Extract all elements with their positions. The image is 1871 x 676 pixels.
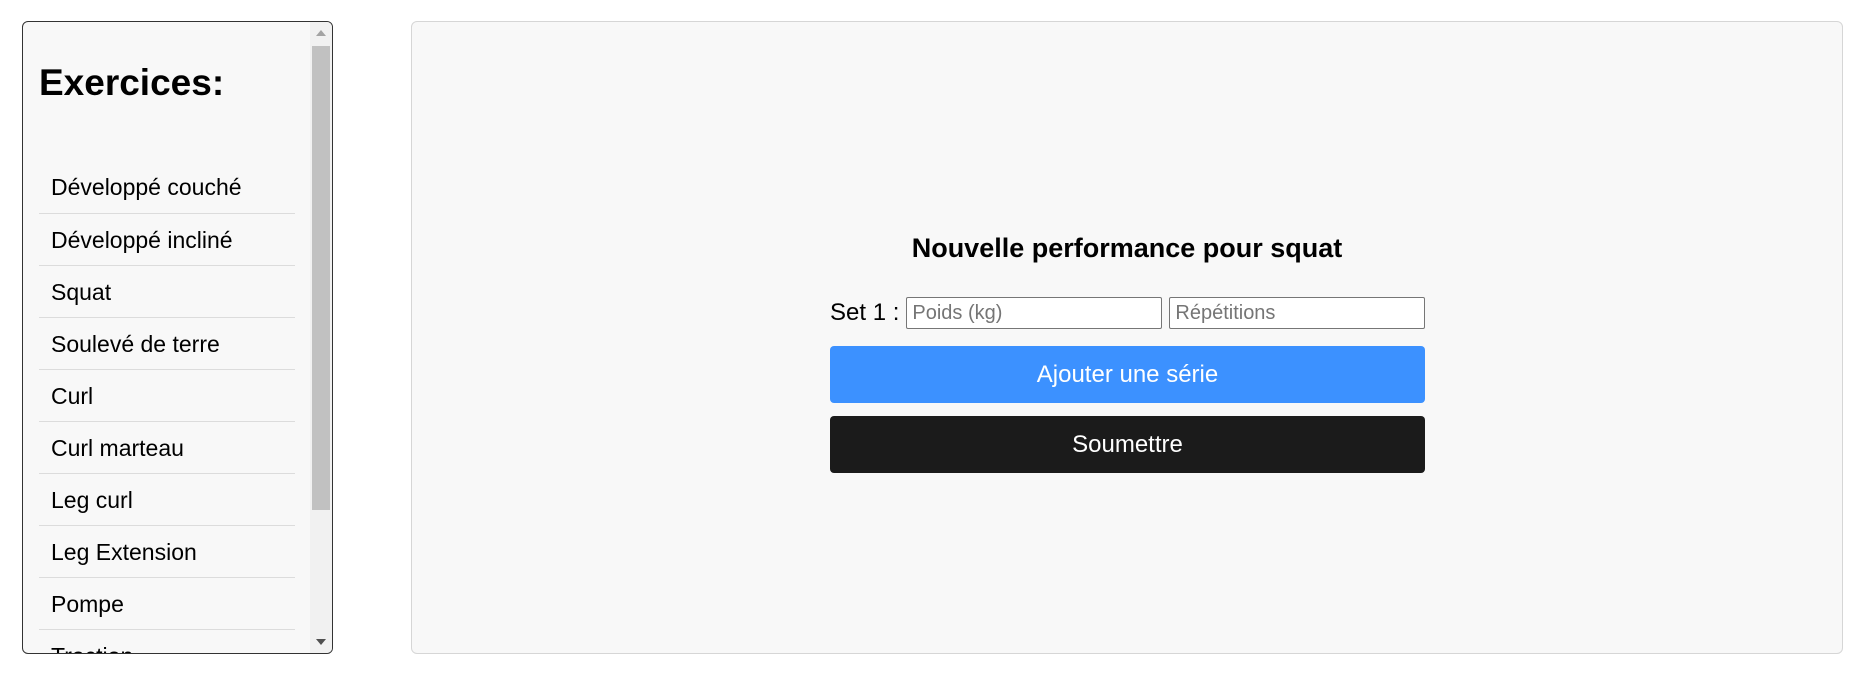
- exercise-item-traction[interactable]: Traction: [39, 630, 295, 653]
- exercise-item-developpe-incline[interactable]: Développé incliné: [39, 214, 295, 266]
- exercise-item-leg-extension[interactable]: Leg Extension: [39, 526, 295, 578]
- sidebar-title: Exercices:: [39, 62, 225, 103]
- set-row: Set 1 :: [830, 296, 1432, 330]
- submit-button[interactable]: Soumettre: [830, 416, 1425, 473]
- weight-input[interactable]: [906, 297, 1163, 329]
- form-title: Nouvelle performance pour squat: [911, 233, 1343, 263]
- exercise-list: Développé couché Développé incliné Squat…: [39, 161, 295, 653]
- sidebar-scroll-area[interactable]: Exercices: Développé couché Développé in…: [23, 22, 310, 653]
- exercise-item-curl-marteau[interactable]: Curl marteau: [39, 422, 295, 474]
- sidebar-scrollbar[interactable]: [310, 22, 332, 653]
- exercise-sidebar: Exercices: Développé couché Développé in…: [22, 21, 333, 654]
- chevron-up-icon: [316, 30, 326, 36]
- exercise-item-souleve-de-terre[interactable]: Soulevé de terre: [39, 318, 295, 370]
- scroll-down-button[interactable]: [310, 631, 332, 653]
- exercise-item-developpe-couche[interactable]: Développé couché: [39, 161, 295, 214]
- exercise-item-squat[interactable]: Squat: [39, 266, 295, 318]
- scroll-up-button[interactable]: [310, 22, 332, 44]
- reps-input[interactable]: [1169, 297, 1426, 329]
- performance-panel: Nouvelle performance pour squat Set 1 : …: [411, 21, 1843, 654]
- set-label: Set 1 :: [830, 299, 900, 326]
- scrollbar-thumb[interactable]: [312, 46, 330, 510]
- exercise-item-leg-curl[interactable]: Leg curl: [39, 474, 295, 526]
- chevron-down-icon: [316, 639, 326, 645]
- app-layout: Exercices: Développé couché Développé in…: [0, 0, 1871, 676]
- add-set-button[interactable]: Ajouter une série: [830, 346, 1425, 403]
- exercise-item-pompe[interactable]: Pompe: [39, 578, 295, 630]
- exercise-item-curl[interactable]: Curl: [39, 370, 295, 422]
